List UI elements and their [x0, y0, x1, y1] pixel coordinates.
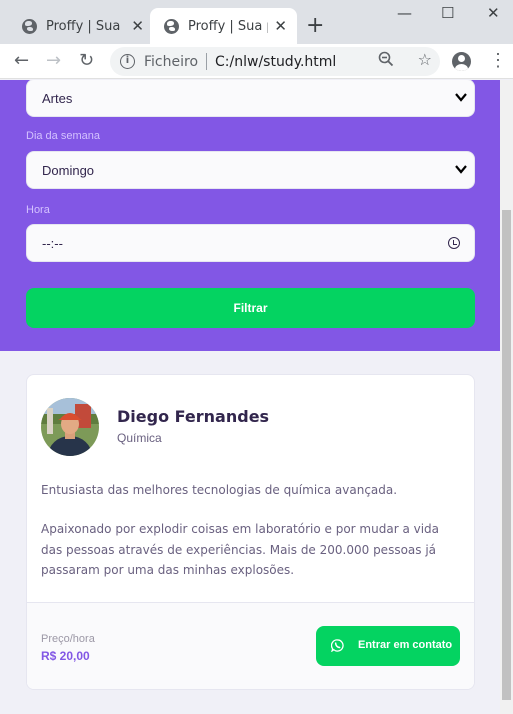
globe-icon — [22, 18, 37, 34]
clock-icon[interactable] — [448, 237, 460, 249]
contact-button[interactable]: Entrar em contato — [316, 626, 460, 666]
filter-button[interactable]: Filtrar — [26, 288, 475, 328]
url-scheme: Ficheiro — [144, 53, 199, 70]
whatsapp-icon — [331, 639, 344, 652]
browser-toolbar: ← → ↻ i Ficheiro C:/nlw/study.html ☆ ⋮ — [0, 44, 513, 79]
tab-title: Proffy | Sua pla — [188, 18, 268, 34]
search-header: Artes Dia da semana Domingo Hora --:-- F… — [0, 80, 500, 351]
tab-title: Proffy | Sua pla — [46, 18, 125, 34]
browser-tab-active[interactable]: Proffy | Sua pla ✕ — [150, 8, 297, 44]
subject-select-value: Artes — [42, 90, 73, 106]
forward-arrow-icon[interactable]: → — [46, 50, 61, 71]
teacher-name: Diego Fernandes — [117, 407, 270, 426]
new-tab-button[interactable]: + — [306, 13, 324, 38]
zoom-out-icon[interactable] — [378, 51, 394, 67]
bookmark-star-icon[interactable]: ☆ — [418, 50, 432, 69]
subject-select[interactable]: Artes — [26, 80, 475, 117]
kebab-menu-icon[interactable]: ⋮ — [489, 50, 507, 71]
url-divider — [206, 53, 208, 70]
teacher-avatar — [41, 398, 99, 456]
price-label: Preço/hora — [41, 633, 95, 645]
chevron-down-icon — [455, 165, 467, 174]
close-icon[interactable]: ✕ — [131, 17, 144, 35]
page-scrollbar[interactable] — [500, 80, 513, 714]
teacher-bio-paragraph: Entusiasta das melhores tecnologias de q… — [41, 483, 398, 497]
minimize-icon[interactable]: — — [397, 4, 412, 22]
chevron-down-icon — [455, 93, 467, 102]
weekday-select-value: Domingo — [42, 162, 95, 178]
profile-avatar-icon[interactable] — [452, 52, 471, 71]
time-label: Hora — [26, 204, 50, 216]
price-value: R$ 20,00 — [41, 649, 90, 663]
page-viewport: Artes Dia da semana Domingo Hora --:-- F… — [0, 80, 500, 714]
weekday-select[interactable]: Domingo — [26, 151, 475, 189]
browser-tab[interactable]: Proffy | Sua pla ✕ — [8, 8, 154, 44]
url-text[interactable]: C:/nlw/study.html — [215, 54, 336, 70]
info-icon[interactable]: i — [120, 54, 135, 69]
window-close-icon[interactable]: ✕ — [487, 4, 500, 22]
card-footer: Preço/hora R$ 20,00 Entrar em contato — [27, 602, 474, 689]
browser-tab-strip: Proffy | Sua pla ✕ Proffy | Sua pla ✕ + … — [0, 0, 513, 44]
globe-icon — [164, 18, 179, 34]
reload-icon[interactable]: ↻ — [79, 50, 94, 71]
teacher-subject: Química — [117, 431, 162, 445]
address-bar[interactable]: i Ficheiro C:/nlw/study.html ☆ — [110, 47, 440, 76]
weekday-label: Dia da semana — [26, 130, 100, 142]
contact-button-label: Entrar em contato — [358, 639, 453, 651]
maximize-icon[interactable]: ☐ — [441, 4, 454, 22]
teacher-bio-paragraph: Apaixonado por explodir coisas em labora… — [41, 522, 440, 577]
time-input[interactable]: --:-- — [26, 224, 475, 262]
teacher-card: Diego Fernandes Química Entusiasta das m… — [26, 374, 475, 690]
close-icon[interactable]: ✕ — [274, 17, 287, 35]
back-arrow-icon[interactable]: ← — [14, 50, 29, 71]
scrollbar-thumb[interactable] — [502, 210, 511, 700]
time-input-value: --:-- — [42, 235, 63, 251]
